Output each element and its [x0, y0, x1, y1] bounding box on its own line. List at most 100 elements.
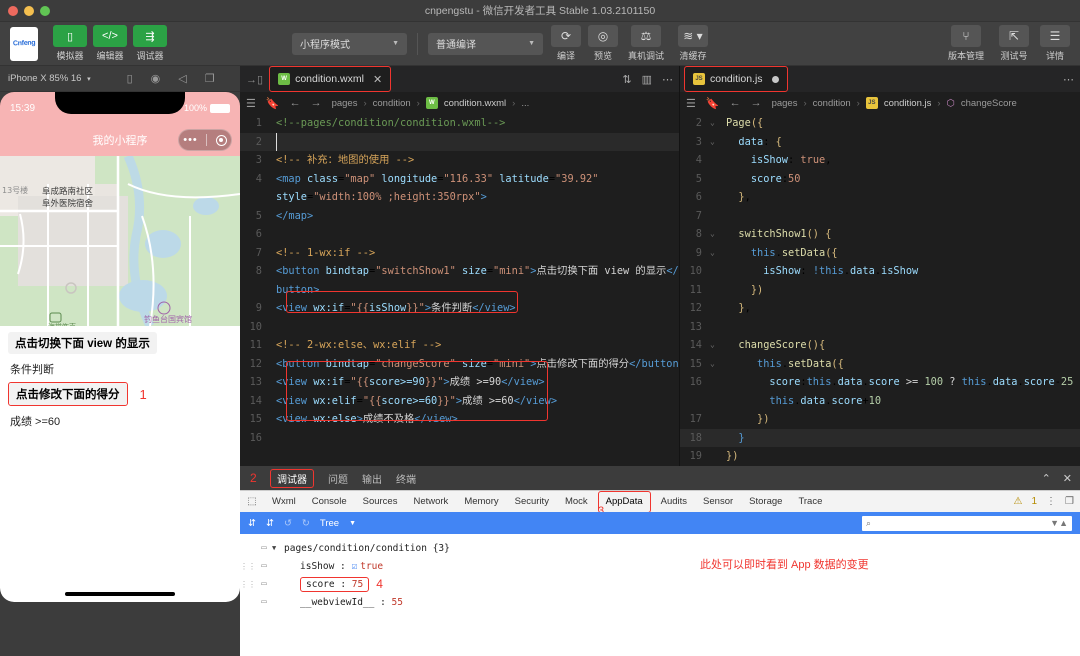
rotate-icon[interactable]: ▯ — [127, 72, 133, 85]
breadcrumb-condition[interactable]: condition — [813, 98, 851, 109]
capsule-buttons[interactable]: ••• — [178, 129, 232, 151]
breadcrumb-file[interactable]: condition.wxml — [444, 98, 506, 109]
fold-icon[interactable]: ⌄ — [710, 225, 720, 244]
fold-icon[interactable]: ⌄ — [710, 244, 720, 263]
devtools-tab-mock[interactable]: Mock — [557, 491, 596, 513]
device-select[interactable]: iPhone X 85% 16 ▾ — [8, 73, 91, 84]
breadcrumb-more[interactable]: ... — [521, 98, 529, 109]
tree-row-isshow[interactable]: ⋮⋮ ▭ isShow : ☑ true — [240, 557, 1080, 575]
record-icon[interactable]: ◉ — [151, 72, 161, 85]
tree-row-webviewid[interactable]: ▭ __webviewId__ : 55 — [240, 593, 1080, 611]
search-filter-icon[interactable]: ▼▲ — [1050, 518, 1068, 528]
tree-row-score[interactable]: ⋮⋮ ▭ score : 75 4 — [240, 575, 1080, 593]
js-code-area[interactable]: 2 ⌄ Page({ 3 ⌄ data: { 4 isShow: true, 5 sc… — [680, 114, 1080, 466]
breadcrumb-file[interactable]: condition.js — [884, 98, 932, 109]
tree-root-row[interactable]: ▭ ▼ pages/condition/condition {3} — [240, 539, 1080, 557]
close-icon[interactable]: ✕ — [373, 73, 382, 86]
split-icon[interactable]: ⇅ — [622, 73, 631, 86]
code-line: 11 }) — [689, 283, 764, 296]
mode-select[interactable]: 小程序模式 ▼ — [292, 32, 407, 55]
dock-icon[interactable]: ❐ — [1065, 496, 1074, 507]
expand-arrow-icon[interactable]: ▼ — [272, 544, 284, 552]
bookmark-icon[interactable]: 🔖 — [266, 97, 280, 110]
layout-icon[interactable]: ▥ — [642, 73, 652, 86]
devtools-tab-console[interactable]: Console — [304, 491, 355, 513]
toolbar-button-debugger[interactable]: ⇶ 调试器 — [132, 25, 168, 62]
chevron-up-icon[interactable]: ⌃ — [1042, 472, 1051, 485]
map-component[interactable]: 13号楼 阜成路南社区 阜外医院宿舍 钓鱼台国宾馆 海誉饰壳 — [0, 156, 240, 326]
forward-arrow-icon[interactable]: → — [311, 97, 322, 110]
checkbox-icon[interactable]: ▭ — [256, 597, 272, 607]
fold-icon[interactable]: ⌄ — [710, 133, 720, 152]
undo-icon[interactable]: ↺ — [284, 518, 292, 529]
tab-condition-js[interactable]: JS condition.js — [684, 66, 788, 92]
test-account-button[interactable]: ⇱ 测试号 — [994, 25, 1034, 62]
fold-icon[interactable]: ⌄ — [710, 114, 720, 133]
breadcrumb-symbol[interactable]: changeScore — [961, 98, 1017, 109]
open-editor-icon[interactable]: →▯ — [240, 73, 269, 86]
clear-cache-button[interactable]: ≋ ▾ 清缓存 — [672, 25, 714, 62]
devtools-tab-appdata[interactable]: AppData — [597, 490, 651, 513]
toolbar-button-editor[interactable]: </> 编辑器 — [92, 25, 128, 62]
drag-handle[interactable]: ⋮⋮ — [240, 562, 256, 571]
tab-condition-wxml[interactable]: W condition.wxml ✕ — [269, 66, 392, 92]
devtools-tab-memory[interactable]: Memory — [456, 491, 506, 513]
devtools-tab-sources[interactable]: Sources — [355, 491, 406, 513]
warning-icon[interactable]: ⚠ — [1014, 496, 1023, 507]
breadcrumb-pages[interactable]: pages — [332, 98, 358, 109]
checkbox-icon[interactable]: ▭ — [256, 543, 272, 553]
volume-icon[interactable]: ◁ — [178, 72, 186, 85]
more-icon[interactable]: ••• — [183, 134, 198, 146]
appdata-search[interactable]: ⌕ ▼▲ — [862, 515, 1072, 531]
main-area: iPhone X 85% 16 ▾ ▯ ◉ ◁ ❐ 15:39 100% 我的小… — [0, 66, 1080, 656]
toolbar-button-simulator[interactable]: ▯ 模拟器 — [52, 25, 88, 62]
panel-tab-debugger[interactable]: 调试器 — [269, 468, 315, 492]
devtools-tab-storage[interactable]: Storage — [741, 491, 790, 513]
devtools-tab-security[interactable]: Security — [507, 491, 557, 513]
compile-select[interactable]: 普通编译 ▼ — [428, 32, 543, 55]
bookmark-icon[interactable]: 🔖 — [706, 97, 720, 110]
close-icon[interactable]: ✕ — [1063, 472, 1072, 485]
close-circle-icon[interactable] — [215, 134, 227, 146]
wxml-code-area[interactable]: 1 <!--pages/condition/condition.wxml--> 2… — [240, 114, 679, 466]
devtools-tab-audits[interactable]: Audits — [653, 491, 695, 513]
breadcrumb-condition[interactable]: condition — [373, 98, 411, 109]
window-icon[interactable]: ❐ — [205, 72, 215, 85]
forward-arrow-icon[interactable]: → — [751, 97, 762, 110]
list-icon[interactable]: ☰ — [246, 97, 256, 110]
wxml-editor-pane: →▯ W condition.wxml ✕ ⇅ ▥ ⋯ ☰ 🔖 ← → page… — [240, 66, 680, 466]
panel-tab-terminal[interactable]: 终端 — [396, 471, 416, 486]
more-icon[interactable]: ⋯ — [662, 73, 673, 86]
fold-icon[interactable]: ⌄ — [710, 336, 720, 355]
more-icon[interactable]: ⋯ — [1063, 73, 1074, 86]
devtools-tab-wxml[interactable]: Wxml — [264, 491, 304, 513]
fold-icon[interactable]: ⌄ — [710, 355, 720, 374]
version-control-button[interactable]: ⑂ 版本管理 — [942, 25, 990, 62]
drag-handle[interactable]: ⋮⋮ — [240, 580, 256, 589]
list-icon[interactable]: ☰ — [686, 97, 696, 110]
devtools-tab-trace[interactable]: Trace — [790, 491, 830, 513]
expand-icon[interactable]: ⇵ — [248, 518, 256, 529]
inspect-element-icon[interactable]: ⬚ — [240, 496, 264, 507]
details-button[interactable]: ☰ 详情 — [1038, 25, 1072, 62]
more-icon[interactable]: ⋮ — [1046, 496, 1056, 507]
panel-tab-output[interactable]: 输出 — [362, 471, 382, 486]
checkbox-icon[interactable]: ▭ — [256, 561, 272, 571]
device-debug-button[interactable]: ⚖ 真机调试 — [623, 25, 669, 62]
redo-icon[interactable]: ↻ — [302, 518, 310, 529]
back-arrow-icon[interactable]: ← — [730, 97, 741, 110]
device-select-value: iPhone X 85% 16 — [8, 73, 82, 84]
switch-show-button[interactable]: 点击切换下面 view 的显示 — [8, 332, 157, 354]
back-arrow-icon[interactable]: ← — [290, 97, 301, 110]
devtools-tab-sensor[interactable]: Sensor — [695, 491, 741, 513]
breadcrumb-pages[interactable]: pages — [772, 98, 798, 109]
checkbox-icon[interactable]: ▭ — [256, 579, 272, 589]
change-score-button[interactable]: 点击修改下面的得分 — [9, 383, 127, 405]
view-mode-select[interactable]: Tree — [320, 518, 339, 529]
compile-button[interactable]: ⟳ 编译 — [549, 25, 583, 62]
devtools-tab-network[interactable]: Network — [405, 491, 456, 513]
collapse-icon[interactable]: ⇵ — [266, 518, 274, 529]
preview-button[interactable]: ◎ 预览 — [586, 25, 620, 62]
panel-tab-problems[interactable]: 问题 — [328, 471, 348, 486]
bool-checkbox-icon[interactable]: ☑ — [352, 561, 358, 572]
